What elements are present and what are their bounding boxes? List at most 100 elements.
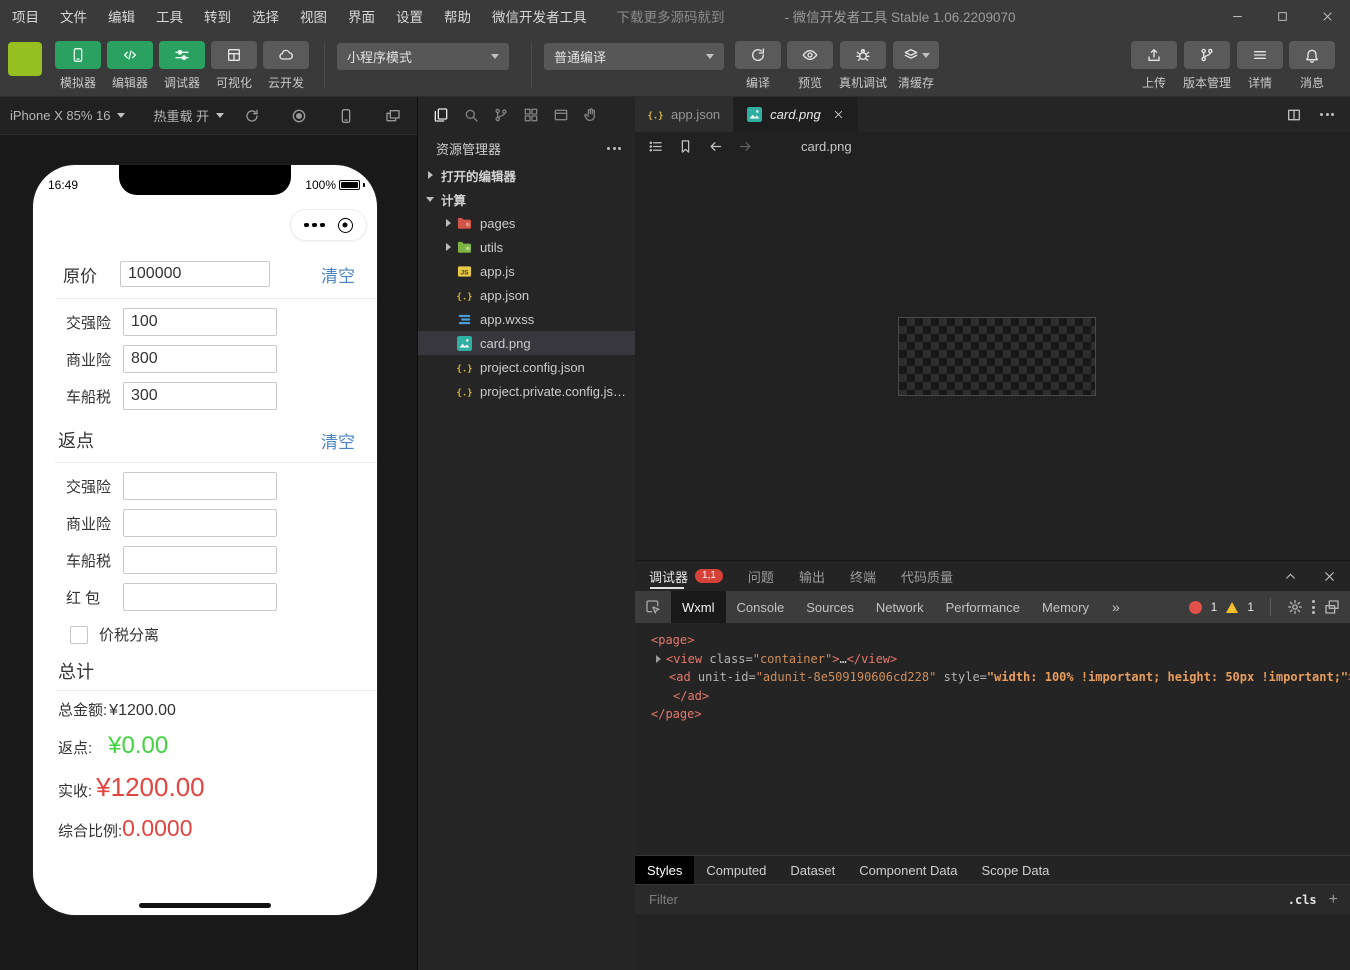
forward-arrow-icon[interactable] (738, 139, 753, 154)
editor-tab[interactable]: card.png (734, 97, 858, 132)
panel-tab[interactable]: 代码质量 (901, 561, 953, 591)
styles-tab[interactable]: Styles (635, 855, 695, 885)
inspect-element-icon[interactable] (635, 599, 671, 615)
sliders-icon[interactable] (159, 41, 205, 69)
clear-link[interactable]: 清空 (321, 428, 355, 453)
branch-icon[interactable] (1183, 41, 1230, 69)
collapse-panel-icon[interactable] (1284, 570, 1297, 583)
more-actions-icon[interactable] (607, 146, 621, 150)
mode-select[interactable]: 小程序模式 (337, 43, 509, 70)
extensions-icon[interactable] (523, 107, 539, 123)
devtools-tab[interactable]: Wxml (671, 591, 726, 623)
toolbar-toggle[interactable]: 云开发 (263, 41, 309, 91)
styles-filter-input[interactable] (647, 891, 1280, 908)
cloud-icon[interactable] (263, 41, 309, 69)
phone-icon[interactable] (338, 108, 354, 124)
file-tree-item[interactable]: app.wxss (418, 307, 635, 331)
toolbar-action[interactable]: 版本管理 (1183, 41, 1231, 91)
styles-tab[interactable]: Scope Data (969, 856, 1061, 885)
error-count[interactable]: 1 (1211, 600, 1218, 614)
compile-select[interactable]: 普通编译 (544, 43, 724, 70)
file-tree-item[interactable]: card.png (418, 331, 635, 355)
menu-item[interactable]: 选择 (252, 6, 279, 26)
add-class-button[interactable]: .cls (1288, 893, 1317, 907)
insurance-field-input[interactable] (123, 382, 277, 410)
rebate-field-input[interactable] (123, 509, 277, 537)
panel-tab[interactable]: 输出 (799, 561, 825, 591)
styles-tab[interactable]: Dataset (778, 856, 847, 885)
toolbar-action[interactable]: 清缓存 (893, 41, 940, 91)
back-arrow-icon[interactable] (708, 139, 723, 154)
close-button[interactable] (1305, 0, 1350, 32)
kebab-menu-icon[interactable] (1312, 600, 1315, 614)
file-tree-item[interactable]: {.} project.private.config.js… (418, 379, 635, 403)
styles-tab[interactable]: Component Data (847, 856, 969, 885)
menu-item[interactable]: 文件 (60, 6, 87, 26)
windows-icon[interactable] (385, 108, 401, 124)
menu-item[interactable]: 项目 (12, 6, 39, 26)
toolbar-action[interactable]: 上传 (1130, 41, 1177, 91)
close-tab-icon[interactable] (833, 109, 844, 120)
eye-icon[interactable] (787, 41, 833, 69)
insurance-field-input[interactable] (123, 345, 277, 373)
panel-tab[interactable]: 调试器 1,1 (649, 561, 723, 591)
minimize-button[interactable] (1215, 0, 1260, 32)
record-icon[interactable] (291, 108, 307, 124)
bug-icon[interactable] (840, 41, 886, 69)
phone-icon[interactable] (55, 41, 101, 69)
hot-reload-toggle[interactable]: 热重载 开 (153, 106, 225, 125)
file-tree-item[interactable]: {.} app.json (418, 283, 635, 307)
grid-icon[interactable] (211, 41, 257, 69)
warning-count[interactable]: 1 (1247, 600, 1254, 614)
dock-side-icon[interactable] (1324, 599, 1340, 615)
devtools-tab[interactable]: Performance (935, 591, 1031, 623)
menu-icon[interactable] (1237, 41, 1283, 69)
close-target-icon[interactable] (337, 217, 353, 233)
breadcrumb[interactable]: card.png (768, 139, 852, 154)
tree-section[interactable]: 打开的编辑器 (418, 163, 635, 187)
device-select[interactable]: iPhone X 85% 16 (10, 108, 126, 123)
menu-item[interactable]: 编辑 (108, 6, 135, 26)
split-editor-icon[interactable] (1286, 107, 1302, 123)
rebate-field-input[interactable] (123, 472, 277, 500)
price-input[interactable] (120, 261, 270, 287)
toolbar-action[interactable]: 真机调试 (839, 41, 887, 91)
more-dots-icon[interactable] (304, 222, 325, 228)
devtools-tab[interactable]: Memory (1031, 591, 1100, 623)
wxml-code-view[interactable]: <page> <view class= "container" >… </view> <a… (635, 623, 1350, 855)
warning-icon[interactable] (1226, 601, 1239, 613)
menu-item[interactable]: 转到 (204, 6, 231, 26)
new-style-rule-button[interactable]: + (1329, 891, 1338, 908)
panel-tab[interactable]: 问题 (748, 561, 774, 591)
file-tree-item[interactable]: {.} project.config.json (418, 355, 635, 379)
clear-link[interactable]: 清空 (321, 262, 355, 287)
tree-section[interactable]: 计算 (418, 187, 635, 211)
expand-arrow-icon[interactable] (656, 654, 661, 663)
tax-split-checkbox[interactable] (70, 625, 88, 644)
refresh-icon[interactable] (735, 41, 781, 69)
files-icon[interactable] (433, 107, 449, 123)
avatar[interactable] (8, 42, 42, 76)
editor-tab[interactable]: {.} app.json (635, 97, 735, 132)
rebate-field-input[interactable] (123, 546, 277, 574)
panel-tab[interactable]: 终端 (850, 561, 876, 591)
insurance-field-input[interactable] (123, 308, 277, 336)
devtools-tab[interactable]: Console (726, 591, 796, 623)
menu-item[interactable]: 视图 (300, 6, 327, 26)
toolbar-action[interactable]: 编译 (735, 41, 781, 91)
error-icon[interactable] (1188, 600, 1202, 614)
rebate-field-input[interactable] (123, 583, 277, 611)
menu-item[interactable]: 工具 (156, 6, 183, 26)
toolbar-toggle[interactable]: 模拟器 (55, 41, 101, 91)
devtools-tab[interactable]: Sources (795, 591, 865, 623)
close-panel-icon[interactable] (1323, 570, 1336, 583)
toolbar-toggle[interactable]: 调试器 (159, 41, 205, 91)
more-tabs-icon[interactable]: » (1100, 599, 1132, 615)
maximize-button[interactable] (1260, 0, 1305, 32)
file-tree-item[interactable]: JS app.js (418, 259, 635, 283)
toolbar-toggle[interactable]: 编辑器 (107, 41, 153, 91)
file-tree-item[interactable]: pages (418, 211, 635, 235)
file-tree-item[interactable]: utils (418, 235, 635, 259)
window-icon[interactable] (553, 107, 569, 123)
bell-icon[interactable] (1289, 41, 1335, 69)
